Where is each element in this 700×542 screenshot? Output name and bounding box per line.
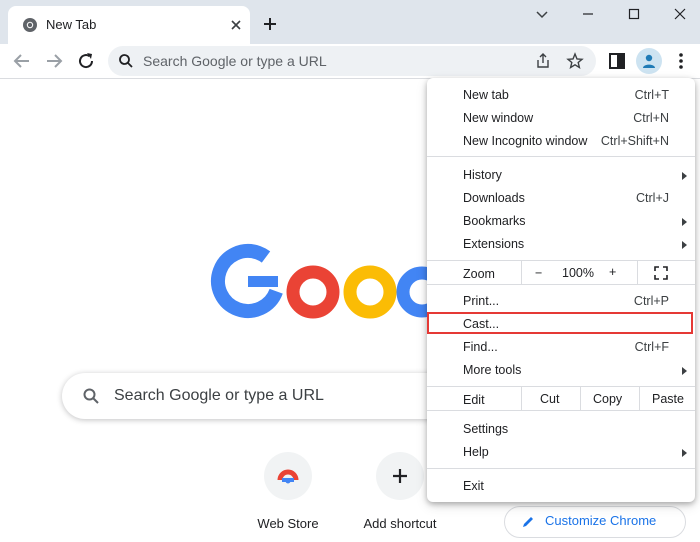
customize-chrome-label: Customize Chrome	[545, 513, 657, 528]
back-arrow-icon[interactable]	[10, 49, 34, 73]
menu-item-settings[interactable]: Settings	[427, 418, 695, 441]
minimize-icon[interactable]	[578, 4, 598, 24]
maximize-icon[interactable]	[624, 4, 644, 24]
menu-divider	[427, 468, 695, 469]
pencil-icon	[523, 517, 533, 527]
shortcut-tile	[264, 452, 312, 500]
edit-paste-button[interactable]: Paste	[652, 392, 684, 406]
cast-highlight-box	[427, 312, 693, 334]
menu-divider	[427, 156, 695, 157]
menu-divider	[521, 260, 522, 284]
zoom-out-button[interactable]: −	[535, 266, 542, 280]
kebab-menu-icon[interactable]	[669, 49, 693, 73]
search-icon	[119, 54, 133, 68]
menu-divider	[427, 386, 695, 387]
edit-cut-button[interactable]: Cut	[540, 392, 559, 406]
menu-item-new-incognito-window[interactable]: New Incognito window Ctrl+Shift+N	[427, 130, 695, 153]
forward-arrow-icon[interactable]	[42, 49, 66, 73]
menu-item-downloads[interactable]: Downloads Ctrl+J	[427, 187, 695, 210]
menu-item-new-tab[interactable]: New tab Ctrl+T	[427, 84, 695, 107]
menu-divider	[637, 260, 638, 284]
side-panel-icon[interactable]	[605, 49, 629, 73]
share-icon[interactable]	[534, 52, 552, 70]
menu-item-help[interactable]: Help	[427, 441, 695, 464]
customize-chrome-button[interactable]: Customize Chrome	[504, 506, 686, 538]
zoom-in-button[interactable]: +	[609, 265, 616, 279]
shortcut-label: Web Store	[257, 516, 319, 531]
edit-copy-button[interactable]: Copy	[593, 392, 622, 406]
menu-divider	[427, 284, 695, 285]
submenu-arrow-icon	[682, 241, 687, 249]
google-search-box[interactable]: Search Google or type a URL	[62, 373, 482, 419]
close-window-icon[interactable]	[670, 4, 690, 24]
close-tab-icon[interactable]	[226, 15, 246, 35]
search-placeholder: Search Google or type a URL	[114, 387, 324, 404]
menu-item-more-tools[interactable]: More tools	[427, 359, 695, 382]
submenu-arrow-icon	[682, 367, 687, 375]
profile-icon	[643, 54, 655, 68]
shortcut-web-store[interactable]: Web Store	[238, 452, 338, 531]
reload-icon[interactable]	[74, 49, 98, 73]
chrome-icon	[23, 18, 37, 32]
menu-item-new-window[interactable]: New window Ctrl+N	[427, 107, 695, 130]
shortcut-tile	[376, 452, 424, 500]
web-store-icon	[277, 469, 299, 484]
submenu-arrow-icon	[682, 172, 687, 180]
tab-strip: New Tab	[0, 0, 700, 44]
fullscreen-icon[interactable]	[654, 266, 668, 280]
bookmark-star-icon[interactable]	[566, 52, 584, 70]
toolbar: Search Google or type a URL	[0, 44, 700, 79]
submenu-arrow-icon	[682, 449, 687, 457]
new-tab-plus-icon[interactable]	[258, 12, 282, 36]
menu-item-find[interactable]: Find... Ctrl+F	[427, 336, 695, 359]
shortcut-label: Add shortcut	[363, 516, 437, 531]
menu-divider	[580, 386, 581, 410]
address-bar-placeholder: Search Google or type a URL	[143, 53, 327, 69]
menu-divider	[427, 410, 695, 411]
plus-icon	[393, 469, 407, 483]
address-bar[interactable]: Search Google or type a URL	[108, 46, 596, 76]
menu-divider	[639, 386, 640, 410]
tab-title: New Tab	[46, 17, 97, 32]
menu-item-extensions[interactable]: Extensions	[427, 233, 695, 256]
chrome-main-menu: New tab Ctrl+T New window Ctrl+N New Inc…	[427, 78, 695, 502]
tab-search-chevron-icon[interactable]	[532, 4, 552, 24]
menu-divider	[521, 386, 522, 410]
menu-item-exit[interactable]: Exit	[427, 475, 695, 498]
menu-divider	[427, 260, 695, 261]
menu-item-bookmarks[interactable]: Bookmarks	[427, 210, 695, 233]
menu-item-history[interactable]: History	[427, 164, 695, 187]
google-logo	[211, 244, 436, 319]
zoom-level: 100%	[562, 266, 594, 280]
submenu-arrow-icon	[682, 218, 687, 226]
tab-new-tab[interactable]: New Tab	[8, 6, 250, 44]
profile-avatar[interactable]	[636, 48, 662, 74]
menu-item-print[interactable]: Print... Ctrl+P	[427, 290, 695, 313]
search-icon	[83, 388, 99, 404]
